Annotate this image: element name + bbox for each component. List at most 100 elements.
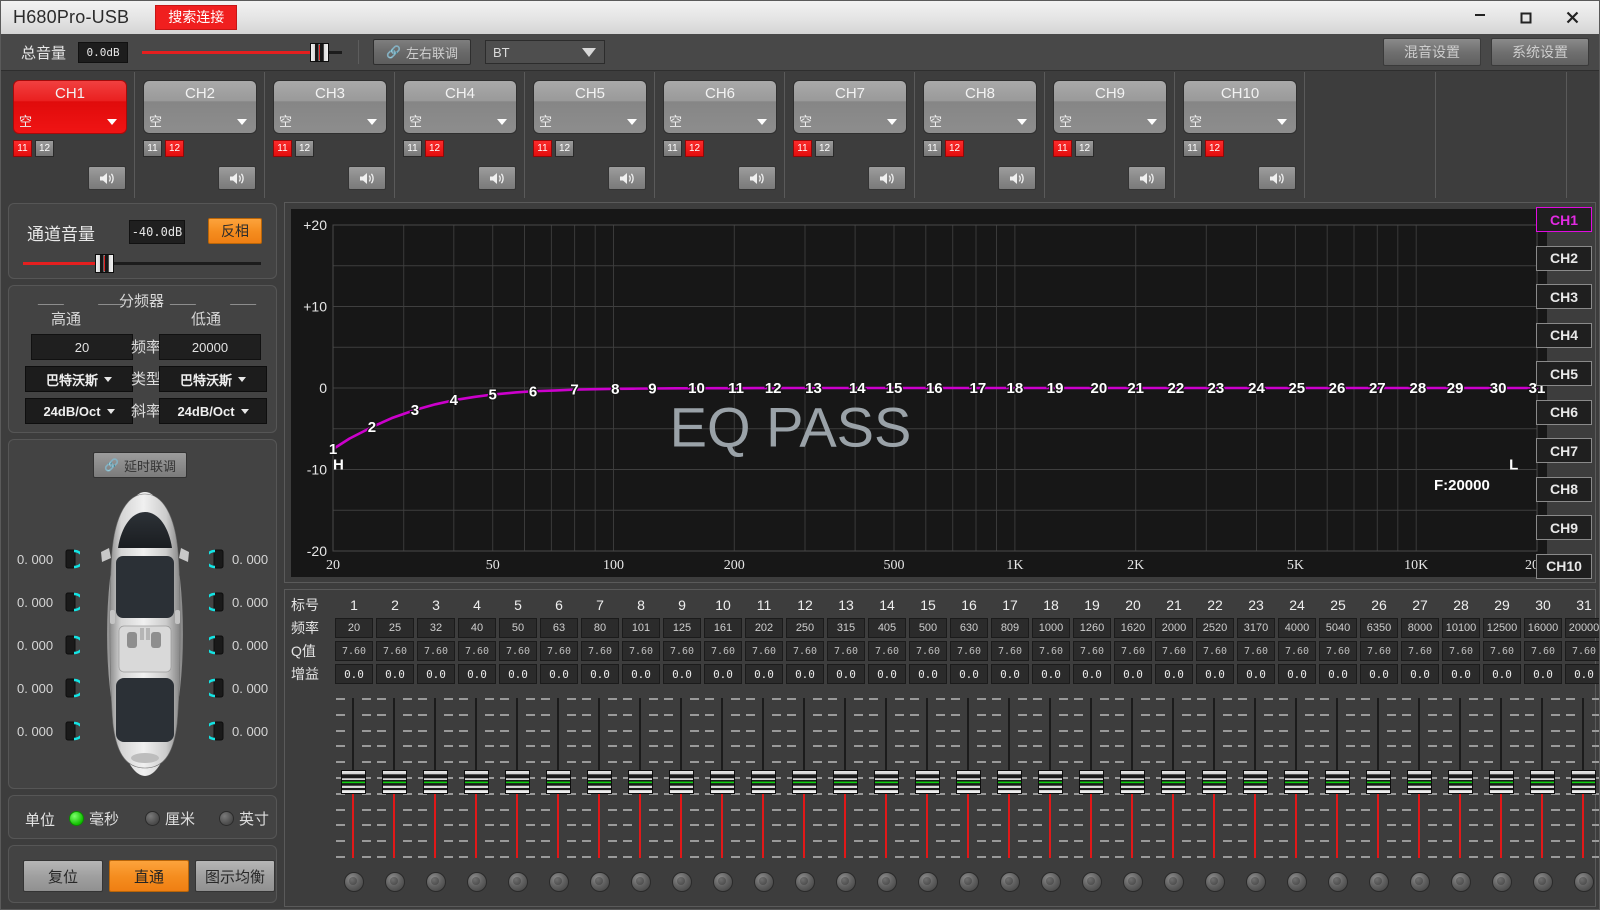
eq-q-19[interactable]: 7.60 — [1073, 641, 1111, 661]
eq-gain-fader-8[interactable] — [620, 694, 661, 862]
close-icon[interactable] — [1549, 3, 1595, 33]
speaker-right-icon[interactable] — [204, 634, 225, 656]
output-badge-11[interactable]: 11 — [1183, 140, 1202, 157]
minimize-icon[interactable] — [1457, 1, 1503, 37]
eq-q-3[interactable]: 7.60 — [417, 641, 455, 661]
fader-handle[interactable] — [1161, 770, 1186, 794]
eq-freq-6[interactable]: 63 — [540, 618, 578, 638]
eq-q-7[interactable]: 7.60 — [581, 641, 619, 661]
radio-icon[interactable] — [69, 811, 84, 826]
eq-freq-21[interactable]: 2000 — [1155, 618, 1193, 638]
eq-q-17[interactable]: 7.60 — [991, 641, 1029, 661]
fader-handle[interactable] — [628, 770, 653, 794]
eq-gain-fader-12[interactable] — [784, 694, 825, 862]
eq-q-6[interactable]: 7.60 — [540, 641, 578, 661]
eq-gain-16[interactable]: 0.0 — [950, 664, 988, 684]
eq-band-enable-knob-2[interactable] — [385, 872, 405, 892]
output-badge-11[interactable]: 11 — [13, 140, 32, 157]
eq-q-23[interactable]: 7.60 — [1237, 641, 1275, 661]
eq-freq-4[interactable]: 40 — [458, 618, 496, 638]
eq-gain-12[interactable]: 0.0 — [786, 664, 824, 684]
eq-q-26[interactable]: 7.60 — [1360, 641, 1398, 661]
unit-option-3[interactable]: 英寸 — [219, 808, 269, 829]
output-badge-12[interactable]: 12 — [1205, 140, 1224, 157]
eq-freq-29[interactable]: 12500 — [1483, 618, 1521, 638]
graph-channel-button-ch9[interactable]: CH9 — [1536, 515, 1592, 541]
eq-freq-19[interactable]: 1260 — [1073, 618, 1111, 638]
channel-mute-button[interactable] — [348, 166, 386, 190]
channel-select-ch2[interactable]: CH2 空 — [143, 80, 257, 134]
eq-q-13[interactable]: 7.60 — [827, 641, 865, 661]
eq-gain-13[interactable]: 0.0 — [827, 664, 865, 684]
eq-gain-19[interactable]: 0.0 — [1073, 664, 1111, 684]
fader-handle[interactable] — [423, 770, 448, 794]
eq-q-31[interactable]: 7.60 — [1565, 641, 1599, 661]
speaker-right-icon[interactable] — [204, 591, 225, 613]
eq-band-enable-knob-25[interactable] — [1328, 872, 1348, 892]
fader-handle[interactable] — [1530, 770, 1555, 794]
eq-gain-fader-18[interactable] — [1030, 694, 1071, 862]
eq-gain-2[interactable]: 0.0 — [376, 664, 414, 684]
eq-freq-1[interactable]: 20 — [335, 618, 373, 638]
eq-band-enable-knob-26[interactable] — [1369, 872, 1389, 892]
eq-band-enable-knob-20[interactable] — [1123, 872, 1143, 892]
channel-mute-button[interactable] — [1128, 166, 1166, 190]
channel-select-ch6[interactable]: CH6 空 — [663, 80, 777, 134]
channel-volume-handle[interactable] — [95, 254, 115, 273]
channel-select-ch9[interactable]: CH9 空 — [1053, 80, 1167, 134]
eq-band-enable-knob-1[interactable] — [344, 872, 364, 892]
eq-q-1[interactable]: 7.60 — [335, 641, 373, 661]
eq-freq-9[interactable]: 125 — [663, 618, 701, 638]
eq-band-enable-knob-15[interactable] — [918, 872, 938, 892]
eq-gain-fader-16[interactable] — [948, 694, 989, 862]
eq-band-enable-knob-9[interactable] — [672, 872, 692, 892]
fader-handle[interactable] — [874, 770, 899, 794]
eq-freq-11[interactable]: 202 — [745, 618, 783, 638]
output-badge-12[interactable]: 12 — [35, 140, 54, 157]
eq-q-12[interactable]: 7.60 — [786, 641, 824, 661]
eq-band-enable-knob-5[interactable] — [508, 872, 528, 892]
channel-select-ch5[interactable]: CH5 空 — [533, 80, 647, 134]
eq-gain-11[interactable]: 0.0 — [745, 664, 783, 684]
eq-freq-8[interactable]: 101 — [622, 618, 660, 638]
eq-gain-25[interactable]: 0.0 — [1319, 664, 1357, 684]
source-select[interactable]: BT — [484, 40, 605, 64]
eq-gain-24[interactable]: 0.0 — [1278, 664, 1316, 684]
fader-handle[interactable] — [833, 770, 858, 794]
fader-handle[interactable] — [1366, 770, 1391, 794]
fader-handle[interactable] — [464, 770, 489, 794]
eq-gain-7[interactable]: 0.0 — [581, 664, 619, 684]
eq-gain-31[interactable]: 0.0 — [1565, 664, 1599, 684]
eq-gain-9[interactable]: 0.0 — [663, 664, 701, 684]
lowpass-freq-field[interactable]: 20000 — [159, 334, 261, 360]
eq-gain-fader-1[interactable] — [333, 694, 374, 862]
eq-freq-12[interactable]: 250 — [786, 618, 824, 638]
channel-select-ch4[interactable]: CH4 空 — [403, 80, 517, 134]
eq-freq-30[interactable]: 16000 — [1524, 618, 1562, 638]
fader-handle[interactable] — [1079, 770, 1104, 794]
graph-channel-button-ch5[interactable]: CH5 — [1536, 361, 1592, 387]
channel-volume-slider[interactable] — [23, 252, 261, 274]
graph-channel-button-ch2[interactable]: CH2 — [1536, 245, 1592, 271]
eq-gain-fader-2[interactable] — [374, 694, 415, 862]
master-volume-handle[interactable] — [310, 43, 330, 62]
eq-gain-6[interactable]: 0.0 — [540, 664, 578, 684]
eq-band-enable-knob-16[interactable] — [959, 872, 979, 892]
eq-q-16[interactable]: 7.60 — [950, 641, 988, 661]
eq-gain-fader-30[interactable] — [1522, 694, 1563, 862]
fader-handle[interactable] — [997, 770, 1022, 794]
output-badge-12[interactable]: 12 — [815, 140, 834, 157]
channel-volume-value[interactable]: -40.0dB — [129, 220, 185, 244]
graph-channel-button-ch7[interactable]: CH7 — [1536, 438, 1592, 464]
eq-gain-fader-6[interactable] — [538, 694, 579, 862]
eq-freq-7[interactable]: 80 — [581, 618, 619, 638]
fader-handle[interactable] — [1448, 770, 1473, 794]
speaker-left-icon[interactable] — [64, 548, 85, 570]
radio-icon[interactable] — [219, 811, 234, 826]
channel-select-ch8[interactable]: CH8 空 — [923, 80, 1037, 134]
channel-select-ch7[interactable]: CH7 空 — [793, 80, 907, 134]
lowpass-slope-select[interactable]: 24dB/Oct — [159, 398, 267, 424]
eq-band-enable-knob-18[interactable] — [1041, 872, 1061, 892]
eq-gain-5[interactable]: 0.0 — [499, 664, 537, 684]
eq-freq-28[interactable]: 10100 — [1442, 618, 1480, 638]
